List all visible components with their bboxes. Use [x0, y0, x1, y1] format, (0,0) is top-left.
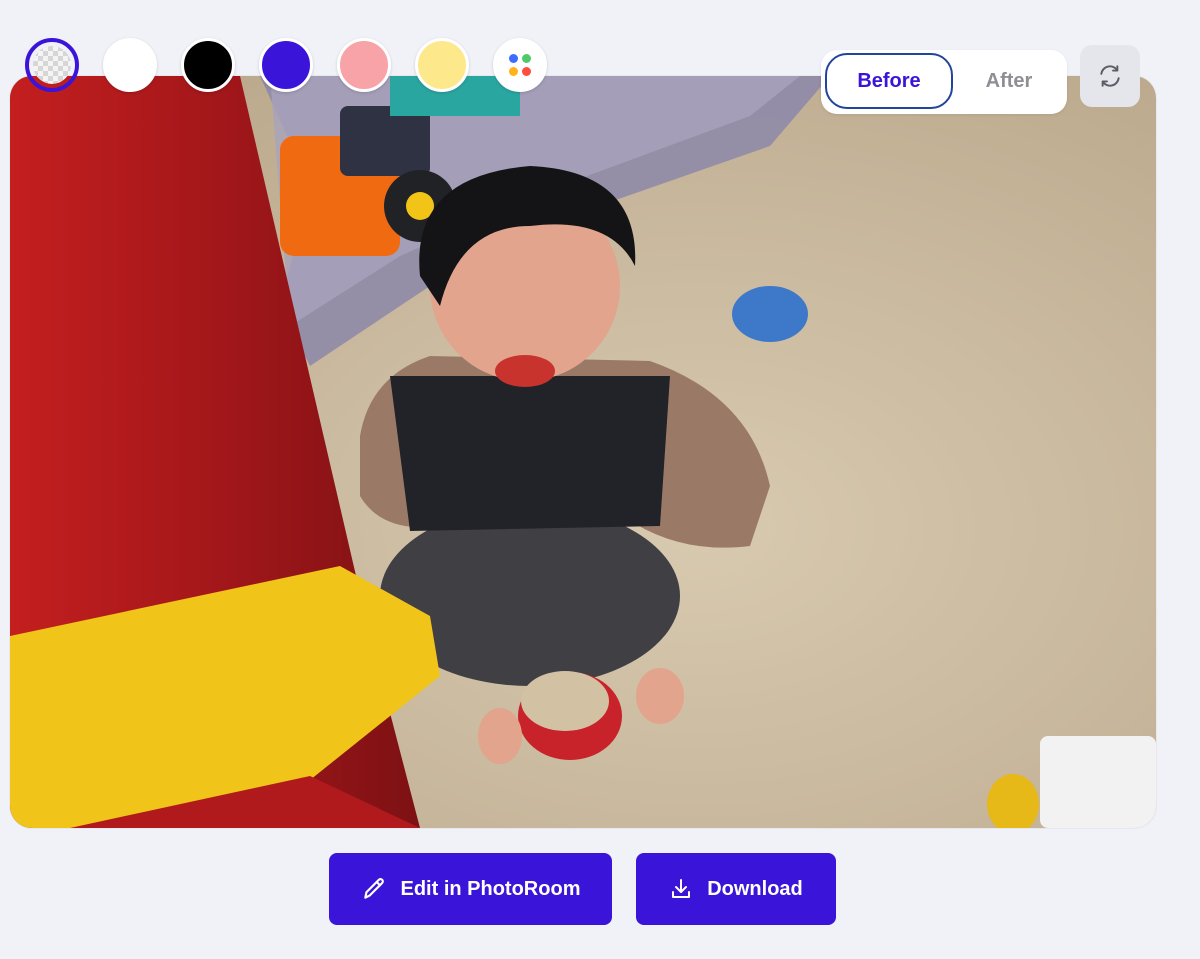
swatch-white[interactable] — [103, 38, 157, 92]
pencil-icon — [363, 878, 384, 899]
edit-in-photoroom-button[interactable]: Edit in PhotoRoom — [329, 853, 612, 925]
background-color-picker — [25, 38, 547, 92]
swatch-transparent[interactable] — [25, 38, 79, 92]
after-button[interactable]: After — [957, 53, 1061, 109]
before-after-toggle: Before After — [821, 50, 1067, 114]
swatch-black[interactable] — [181, 38, 235, 92]
swatch-indigo[interactable] — [259, 38, 313, 92]
rotate-icon — [1100, 65, 1120, 87]
swatch-yellow[interactable] — [415, 38, 469, 92]
download-button[interactable]: Download — [636, 853, 836, 925]
image-preview — [10, 76, 1156, 828]
swatch-pink[interactable] — [337, 38, 391, 92]
edit-button-label: Edit in PhotoRoom — [400, 877, 581, 900]
download-icon — [672, 879, 691, 898]
action-bar: Edit in PhotoRoom Download — [329, 853, 836, 925]
before-button[interactable]: Before — [825, 53, 953, 109]
photo — [10, 76, 1156, 828]
palette-icon — [509, 54, 531, 76]
download-button-label: Download — [707, 877, 803, 900]
checkerboard-icon — [33, 46, 71, 84]
reset-button[interactable] — [1080, 45, 1140, 107]
swatch-more-colors[interactable] — [493, 38, 547, 92]
